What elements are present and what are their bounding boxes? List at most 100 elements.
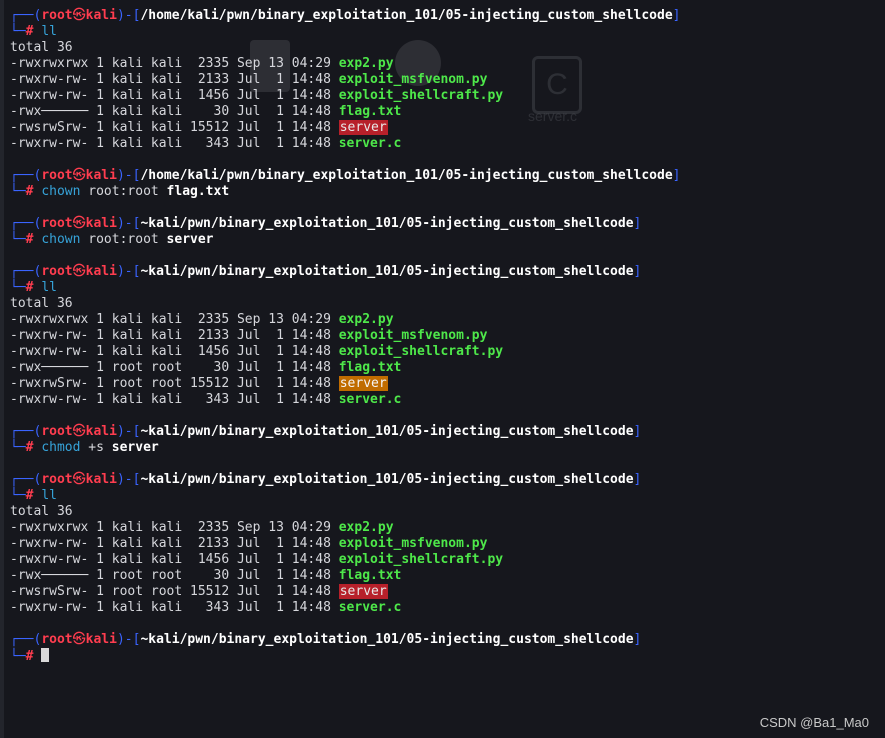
- prompt-hash: #: [25, 184, 34, 199]
- ls-meta: -rwxrwxrwx 1 kali kali 2335 Sep 13 04:29: [10, 56, 339, 71]
- prompt-skull-icon: ㉿: [72, 168, 86, 183]
- prompt-box-end: ]: [672, 168, 681, 183]
- prompt-path: /home/kali/pwn/binary_exploitation_101/0…: [140, 168, 673, 183]
- ls-row: -rwx────── 1 kali kali 30 Jul 1 14:48 fl…: [10, 104, 880, 120]
- prompt-box-end: ]: [633, 216, 642, 231]
- prompt-box-mid: )-[: [116, 216, 141, 231]
- ls-total: total 36: [10, 40, 73, 55]
- ls-row: -rwsrwSrw- 1 kali kali 15512 Jul 1 14:48…: [10, 120, 880, 136]
- command-name: ll: [41, 488, 57, 503]
- ls-row: -rwx────── 1 root root 30 Jul 1 14:48 fl…: [10, 568, 880, 584]
- ls-row: -rwxrw-rw- 1 kali kali 1456 Jul 1 14:48 …: [10, 344, 880, 360]
- command-line: └─# chown root:root server: [10, 232, 880, 248]
- prompt-box-corner: ┌──(: [10, 8, 42, 23]
- prompt-skull-icon: ㉿: [72, 424, 86, 439]
- prompt-box-bottom: └─: [10, 24, 26, 39]
- command-args: +s: [80, 440, 112, 455]
- terminal-output[interactable]: ┌──(root㉿kali)-[/home/kali/pwn/binary_ex…: [10, 8, 880, 664]
- ls-filename: server.c: [338, 392, 402, 407]
- prompt-box-bottom: └─: [10, 232, 26, 247]
- prompt-host: kali: [85, 424, 117, 439]
- prompt-box-mid: )-[: [116, 472, 141, 487]
- prompt-box-corner: ┌──(: [10, 168, 42, 183]
- ls-meta: -rwxrw-rw- 1 kali kali 343 Jul 1 14:48: [10, 136, 339, 151]
- command-name: chown: [41, 232, 81, 247]
- ls-filename: server.c: [338, 136, 402, 151]
- prompt-header: ┌──(root㉿kali)-[~kali/pwn/binary_exploit…: [10, 424, 880, 440]
- command-line: └─# ll: [10, 24, 880, 40]
- prompt-host: kali: [85, 264, 117, 279]
- prompt-path: ~kali/pwn/binary_exploitation_101/05-inj…: [140, 264, 634, 279]
- prompt-box-end: ]: [633, 472, 642, 487]
- prompt-box-corner: ┌──(: [10, 264, 42, 279]
- prompt-user: root: [41, 168, 73, 183]
- prompt-box-bottom: └─: [10, 649, 26, 664]
- prompt-box-bottom: └─: [10, 184, 26, 199]
- prompt-skull-icon: ㉿: [72, 8, 86, 23]
- ls-meta: -rwxrw-rw- 1 kali kali 1456 Jul 1 14:48: [10, 88, 339, 103]
- command-line: └─# ll: [10, 488, 880, 504]
- ls-meta: -rwxrw-rw- 1 kali kali 2133 Jul 1 14:48: [10, 536, 339, 551]
- prompt-user: root: [41, 216, 73, 231]
- command-line: └─# chown root:root flag.txt: [10, 184, 880, 200]
- prompt-hash: #: [25, 280, 34, 295]
- prompt-hash: #: [25, 232, 34, 247]
- ls-row: -rwx────── 1 root root 30 Jul 1 14:48 fl…: [10, 360, 880, 376]
- ls-row: -rwxrw-rw- 1 kali kali 1456 Jul 1 14:48 …: [10, 552, 880, 568]
- prompt-header: ┌──(root㉿kali)-[/home/kali/pwn/binary_ex…: [10, 168, 880, 184]
- command-args: root:root: [80, 184, 167, 199]
- prompt-hash: #: [25, 24, 34, 39]
- ls-meta: -rwsrwSrw- 1 root root 15512 Jul 1 14:48: [10, 584, 339, 599]
- prompt-header: ┌──(root㉿kali)-[~kali/pwn/binary_exploit…: [10, 632, 880, 648]
- prompt-host: kali: [85, 632, 117, 647]
- prompt-box-corner: ┌──(: [10, 424, 42, 439]
- ls-row: -rwxrw-rw- 1 kali kali 2133 Jul 1 14:48 …: [10, 328, 880, 344]
- command-name: ll: [41, 24, 57, 39]
- prompt-user: root: [41, 8, 73, 23]
- ls-row: -rwxrwxrwx 1 kali kali 2335 Sep 13 04:29…: [10, 520, 880, 536]
- ls-row: -rwxrwxrwx 1 kali kali 2335 Sep 13 04:29…: [10, 56, 880, 72]
- ls-total: total 36: [10, 504, 73, 519]
- ls-filename: flag.txt: [338, 104, 402, 119]
- terminal-cursor[interactable]: [41, 648, 50, 662]
- watermark: CSDN @Ba1_Ma0: [759, 715, 869, 730]
- command-target: server: [166, 232, 214, 247]
- ls-filename: server.c: [338, 600, 402, 615]
- prompt-box-mid: )-[: [116, 8, 141, 23]
- command-name: chown: [41, 184, 81, 199]
- ls-row: -rwxrw-rw- 1 kali kali 2133 Jul 1 14:48 …: [10, 72, 880, 88]
- ls-row: -rwxrwxrwx 1 kali kali 2335 Sep 13 04:29…: [10, 312, 880, 328]
- prompt-user: root: [41, 424, 73, 439]
- prompt-box-bottom: └─: [10, 440, 26, 455]
- prompt-host: kali: [85, 8, 117, 23]
- prompt-user: root: [41, 632, 73, 647]
- prompt-host: kali: [85, 472, 117, 487]
- prompt-header: ┌──(root㉿kali)-[~kali/pwn/binary_exploit…: [10, 264, 880, 280]
- prompt-skull-icon: ㉿: [72, 264, 86, 279]
- prompt-box-mid: )-[: [116, 424, 141, 439]
- ls-filename: exp2.py: [338, 520, 394, 535]
- prompt-box-end: ]: [633, 424, 642, 439]
- ls-meta: -rwxrw-rw- 1 kali kali 1456 Jul 1 14:48: [10, 344, 339, 359]
- ls-meta: -rwxrwxrwx 1 kali kali 2335 Sep 13 04:29: [10, 312, 339, 327]
- prompt-path: /home/kali/pwn/binary_exploitation_101/0…: [140, 8, 673, 23]
- ls-filename: exploit_shellcraft.py: [338, 344, 504, 359]
- ls-meta: -rwxrwSrw- 1 root root 15512 Jul 1 14:48: [10, 376, 339, 391]
- prompt-box-corner: ┌──(: [10, 472, 42, 487]
- command-target: server: [111, 440, 159, 455]
- ls-filename: flag.txt: [338, 568, 402, 583]
- prompt-box-corner: ┌──(: [10, 216, 42, 231]
- prompt-box-end: ]: [633, 632, 642, 647]
- prompt-user: root: [41, 264, 73, 279]
- ls-filename: exploit_msfvenom.py: [338, 536, 488, 551]
- prompt-header: ┌──(root㉿kali)-[~kali/pwn/binary_exploit…: [10, 216, 880, 232]
- prompt-hash: #: [25, 440, 34, 455]
- ls-row: -rwxrw-rw- 1 kali kali 2133 Jul 1 14:48 …: [10, 536, 880, 552]
- command-target: flag.txt: [166, 184, 230, 199]
- ls-filename: flag.txt: [338, 360, 402, 375]
- prompt-path: ~kali/pwn/binary_exploitation_101/05-inj…: [140, 424, 634, 439]
